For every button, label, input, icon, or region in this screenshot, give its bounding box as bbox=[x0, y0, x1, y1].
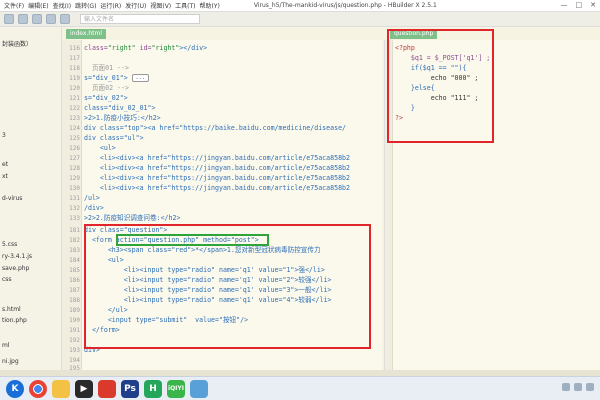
menu-bar: 文件(F) 编辑(E) 查找(I) 跳转(G) 运行(R) 发行(U) 视图(V… bbox=[0, 0, 600, 12]
code-line: 132/div> bbox=[69, 204, 104, 212]
close-button[interactable]: ✕ bbox=[590, 1, 596, 9]
toolbar: 输入文件名 bbox=[0, 12, 600, 27]
taskbar: K ▶ Ps H iQIYI bbox=[0, 376, 600, 400]
photoshop-icon[interactable]: Ps bbox=[121, 379, 139, 398]
volume-icon[interactable] bbox=[574, 383, 582, 391]
code-line: 120 页面02 --> bbox=[69, 84, 129, 92]
network-icon[interactable] bbox=[562, 383, 570, 391]
menu-run[interactable]: 运行(R) bbox=[100, 1, 121, 10]
code-line: 128 <li><div><a href="https://jingyan.ba… bbox=[69, 164, 350, 172]
open-folder-icon[interactable] bbox=[18, 14, 28, 24]
menu-tools[interactable]: 工具(T) bbox=[175, 1, 195, 10]
code-line: 122 class="div_02_01"> bbox=[69, 104, 156, 112]
notification-icon[interactable] bbox=[586, 383, 594, 391]
code-line: 119 s="div_01">... bbox=[62, 74, 382, 83]
back-icon[interactable] bbox=[46, 14, 56, 24]
code-line: 126 <ul> bbox=[69, 144, 116, 152]
sidebar-item[interactable]: 3 bbox=[2, 132, 6, 139]
sidebar-item[interactable]: xt bbox=[2, 173, 8, 180]
forward-icon[interactable] bbox=[60, 14, 70, 24]
sidebar-item[interactable]: tion.php bbox=[2, 317, 27, 324]
code-line: 127 <li><div><a href="https://jingyan.ba… bbox=[69, 154, 350, 162]
menu-edit[interactable]: 编辑(E) bbox=[28, 1, 48, 10]
sidebar-item[interactable]: et bbox=[2, 161, 8, 168]
sidebar-item[interactable]: 5.css bbox=[2, 241, 17, 248]
window-title: Virus_h5/The-mankid-virus/js/question.ph… bbox=[253, 2, 437, 9]
code-line: 117 bbox=[69, 55, 80, 62]
menu-file[interactable]: 文件(F) bbox=[4, 1, 24, 10]
menu-find[interactable]: 查找(I) bbox=[53, 1, 71, 10]
system-tray bbox=[562, 383, 594, 391]
menu-publish[interactable]: 发行(U) bbox=[125, 1, 146, 10]
code-line: 123 >2>1.防疫小技巧:</h2> bbox=[69, 114, 161, 122]
code-line: 121 s="div_02"> bbox=[69, 94, 128, 102]
fold-button[interactable]: ... bbox=[131, 74, 149, 82]
tab-index-html[interactable]: index.html bbox=[66, 29, 106, 39]
media-player-icon[interactable]: ▶ bbox=[75, 379, 93, 398]
new-file-icon[interactable] bbox=[4, 14, 14, 24]
menu-goto[interactable]: 跳转(G) bbox=[75, 1, 96, 10]
code-line: 124 div class="top"><a href="https://baik… bbox=[69, 124, 347, 132]
sidebar-item[interactable]: 封装函数） bbox=[2, 39, 32, 48]
code-line: 129 <li><div><a href="https://jingyan.ba… bbox=[69, 174, 350, 182]
file-search-input[interactable]: 输入文件名 bbox=[80, 14, 200, 24]
menu-view[interactable]: 视图(V) bbox=[150, 1, 171, 10]
sidebar-item[interactable]: css bbox=[2, 276, 12, 283]
project-sidebar: 封装函数） 3 et xt d-virus 5.css ry-3.4.1.js … bbox=[0, 27, 62, 375]
hbuilder-icon[interactable]: H bbox=[144, 379, 162, 398]
app-icon[interactable] bbox=[98, 379, 116, 398]
sidebar-item[interactable]: ry-3.4.1.js bbox=[2, 253, 32, 260]
menu-help[interactable]: 帮助(Y) bbox=[200, 1, 220, 10]
code-line: 116 class="right" id="right"></div> bbox=[69, 44, 208, 52]
code-line: 130 <li><div><a href="https://jingyan.ba… bbox=[69, 184, 350, 192]
sidebar-item[interactable]: ni.jpg bbox=[2, 358, 19, 365]
maximize-button[interactable]: □ bbox=[576, 1, 583, 9]
sidebar-item[interactable]: s.html bbox=[2, 306, 21, 313]
iqiyi-icon[interactable]: iQIYI bbox=[167, 379, 185, 398]
window-controls: — □ ✕ bbox=[561, 1, 597, 9]
photos-icon[interactable] bbox=[190, 379, 208, 398]
code-line: 118 页面01 --> bbox=[69, 64, 129, 72]
chrome-icon[interactable] bbox=[29, 379, 47, 398]
save-icon[interactable] bbox=[32, 14, 42, 24]
sidebar-item[interactable]: save.php bbox=[2, 265, 29, 272]
folder-icon[interactable] bbox=[52, 379, 70, 398]
code-line: 133 >2>2.防疫知识调查问卷:</h2> bbox=[69, 214, 181, 222]
php-code-highlight-box bbox=[387, 29, 494, 143]
sidebar-item[interactable]: ml bbox=[2, 342, 10, 349]
sidebar-item[interactable]: d-virus bbox=[2, 195, 22, 202]
code-line: 125 div class="ul"> bbox=[69, 134, 144, 142]
k-browser-icon[interactable]: K bbox=[6, 379, 24, 398]
code-line: 131/ul> bbox=[69, 194, 100, 202]
form-attributes-highlight-box bbox=[116, 234, 269, 246]
minimize-button[interactable]: — bbox=[561, 1, 568, 9]
